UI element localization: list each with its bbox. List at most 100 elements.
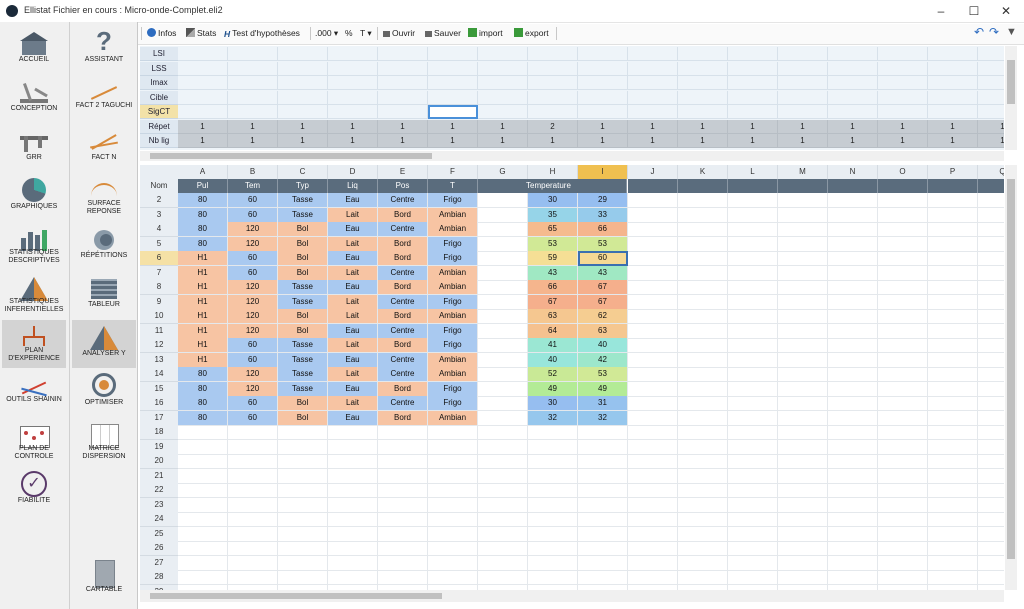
- param-cell[interactable]: 1: [178, 119, 228, 134]
- data-cell[interactable]: [728, 367, 778, 382]
- data-cell[interactable]: [228, 483, 278, 498]
- column-header-p[interactable]: P: [928, 165, 978, 179]
- data-cell[interactable]: [478, 526, 528, 542]
- data-cell[interactable]: [228, 468, 278, 484]
- param-cell[interactable]: [778, 76, 828, 90]
- data-cell[interactable]: [778, 265, 828, 281]
- data-cell[interactable]: [928, 483, 978, 498]
- data-cell[interactable]: [728, 425, 778, 440]
- data-cell[interactable]: [728, 468, 778, 484]
- data-cell[interactable]: [878, 497, 928, 513]
- data-cell[interactable]: [628, 309, 678, 324]
- data-cell[interactable]: [878, 222, 928, 237]
- data-cell[interactable]: 120: [228, 222, 278, 237]
- text-format-dropdown[interactable]: T ▾: [360, 28, 372, 39]
- data-cell[interactable]: [828, 541, 878, 556]
- data-cell[interactable]: [428, 541, 478, 556]
- param-cell[interactable]: 1: [328, 134, 378, 148]
- data-cell[interactable]: Bol: [278, 265, 328, 281]
- param-cell[interactable]: [478, 90, 528, 105]
- minimize-button[interactable]: –: [926, 3, 956, 19]
- param-cell[interactable]: 1: [578, 134, 628, 148]
- data-cell[interactable]: [628, 294, 678, 310]
- data-cell[interactable]: Lait: [328, 207, 378, 223]
- param-cell[interactable]: [428, 90, 478, 105]
- data-cell[interactable]: [928, 265, 978, 281]
- data-cell[interactable]: [928, 454, 978, 469]
- data-cell[interactable]: 60: [228, 265, 278, 281]
- data-cell[interactable]: [278, 541, 328, 556]
- data-cell[interactable]: [878, 410, 928, 426]
- data-cell[interactable]: 49: [578, 381, 628, 397]
- data-cell[interactable]: [328, 439, 378, 455]
- factor-name-cell[interactable]: Tem: [228, 179, 278, 193]
- data-cell[interactable]: [778, 454, 828, 469]
- data-cell[interactable]: 120: [228, 294, 278, 310]
- data-cell[interactable]: [878, 251, 928, 266]
- row-number[interactable]: 7: [140, 265, 178, 281]
- scroll-thumb[interactable]: [150, 593, 442, 599]
- param-cell[interactable]: [528, 76, 578, 90]
- data-cell[interactable]: [878, 323, 928, 339]
- data-cell[interactable]: 60: [228, 396, 278, 411]
- data-cell[interactable]: [978, 251, 1004, 266]
- data-cell[interactable]: [728, 280, 778, 295]
- data-cell[interactable]: 40: [528, 352, 578, 368]
- row-number[interactable]: 17: [140, 410, 178, 426]
- row-number[interactable]: 28: [140, 570, 178, 585]
- column-header-c[interactable]: C: [278, 165, 328, 179]
- data-cell[interactable]: 33: [578, 207, 628, 223]
- data-cell[interactable]: [628, 367, 678, 382]
- data-cell[interactable]: [478, 193, 528, 208]
- data-cell[interactable]: [928, 294, 978, 310]
- sheet-horizontal-scrollbar[interactable]: [140, 590, 1004, 602]
- data-cell[interactable]: [628, 468, 678, 484]
- data-cell[interactable]: [678, 526, 728, 542]
- data-cell[interactable]: [378, 570, 428, 585]
- column-header-h[interactable]: H: [528, 165, 578, 179]
- data-cell[interactable]: [378, 512, 428, 527]
- data-cell[interactable]: [728, 294, 778, 310]
- data-cell[interactable]: [528, 570, 578, 585]
- param-cell[interactable]: [878, 90, 928, 105]
- data-cell[interactable]: [828, 483, 878, 498]
- data-cell[interactable]: [778, 555, 828, 571]
- data-cell[interactable]: Bol: [278, 323, 328, 339]
- data-cell[interactable]: 67: [578, 294, 628, 310]
- data-cell[interactable]: [878, 570, 928, 585]
- scroll-thumb[interactable]: [1007, 179, 1015, 559]
- data-cell[interactable]: [878, 425, 928, 440]
- data-cell[interactable]: [328, 468, 378, 484]
- data-cell[interactable]: [828, 570, 878, 585]
- data-cell[interactable]: [578, 570, 628, 585]
- param-cell[interactable]: [528, 105, 578, 119]
- empty-name-cell[interactable]: [728, 179, 778, 193]
- data-cell[interactable]: [878, 483, 928, 498]
- param-cell[interactable]: [678, 105, 728, 119]
- param-cell[interactable]: [478, 61, 528, 76]
- param-cell[interactable]: [728, 61, 778, 76]
- data-cell[interactable]: [878, 236, 928, 252]
- row-number[interactable]: 18: [140, 425, 178, 440]
- data-cell[interactable]: [878, 352, 928, 368]
- data-cell[interactable]: 52: [528, 367, 578, 382]
- data-cell[interactable]: [678, 309, 728, 324]
- data-cell[interactable]: Bord: [378, 410, 428, 426]
- param-cell[interactable]: [228, 105, 278, 119]
- data-cell[interactable]: Tasse: [278, 280, 328, 295]
- data-cell[interactable]: 80: [178, 222, 228, 237]
- param-cell[interactable]: [278, 105, 328, 119]
- data-cell[interactable]: [628, 265, 678, 281]
- data-cell[interactable]: Lait: [328, 309, 378, 324]
- data-cell[interactable]: 60: [228, 352, 278, 368]
- nav-item-surface-reponse[interactable]: SURFACE REPONSE: [72, 173, 136, 221]
- data-cell[interactable]: [978, 570, 1004, 585]
- stats-button[interactable]: Stats: [186, 28, 216, 38]
- nav-item-plan-d-experience[interactable]: PLAN D'EXPERIENCE: [2, 320, 66, 368]
- data-cell[interactable]: [828, 251, 878, 266]
- data-cell[interactable]: [528, 541, 578, 556]
- data-cell[interactable]: [828, 555, 878, 571]
- data-cell[interactable]: Ambian: [428, 265, 478, 281]
- row-number[interactable]: 11: [140, 323, 178, 339]
- factor-name-cell[interactable]: Typ: [278, 179, 328, 193]
